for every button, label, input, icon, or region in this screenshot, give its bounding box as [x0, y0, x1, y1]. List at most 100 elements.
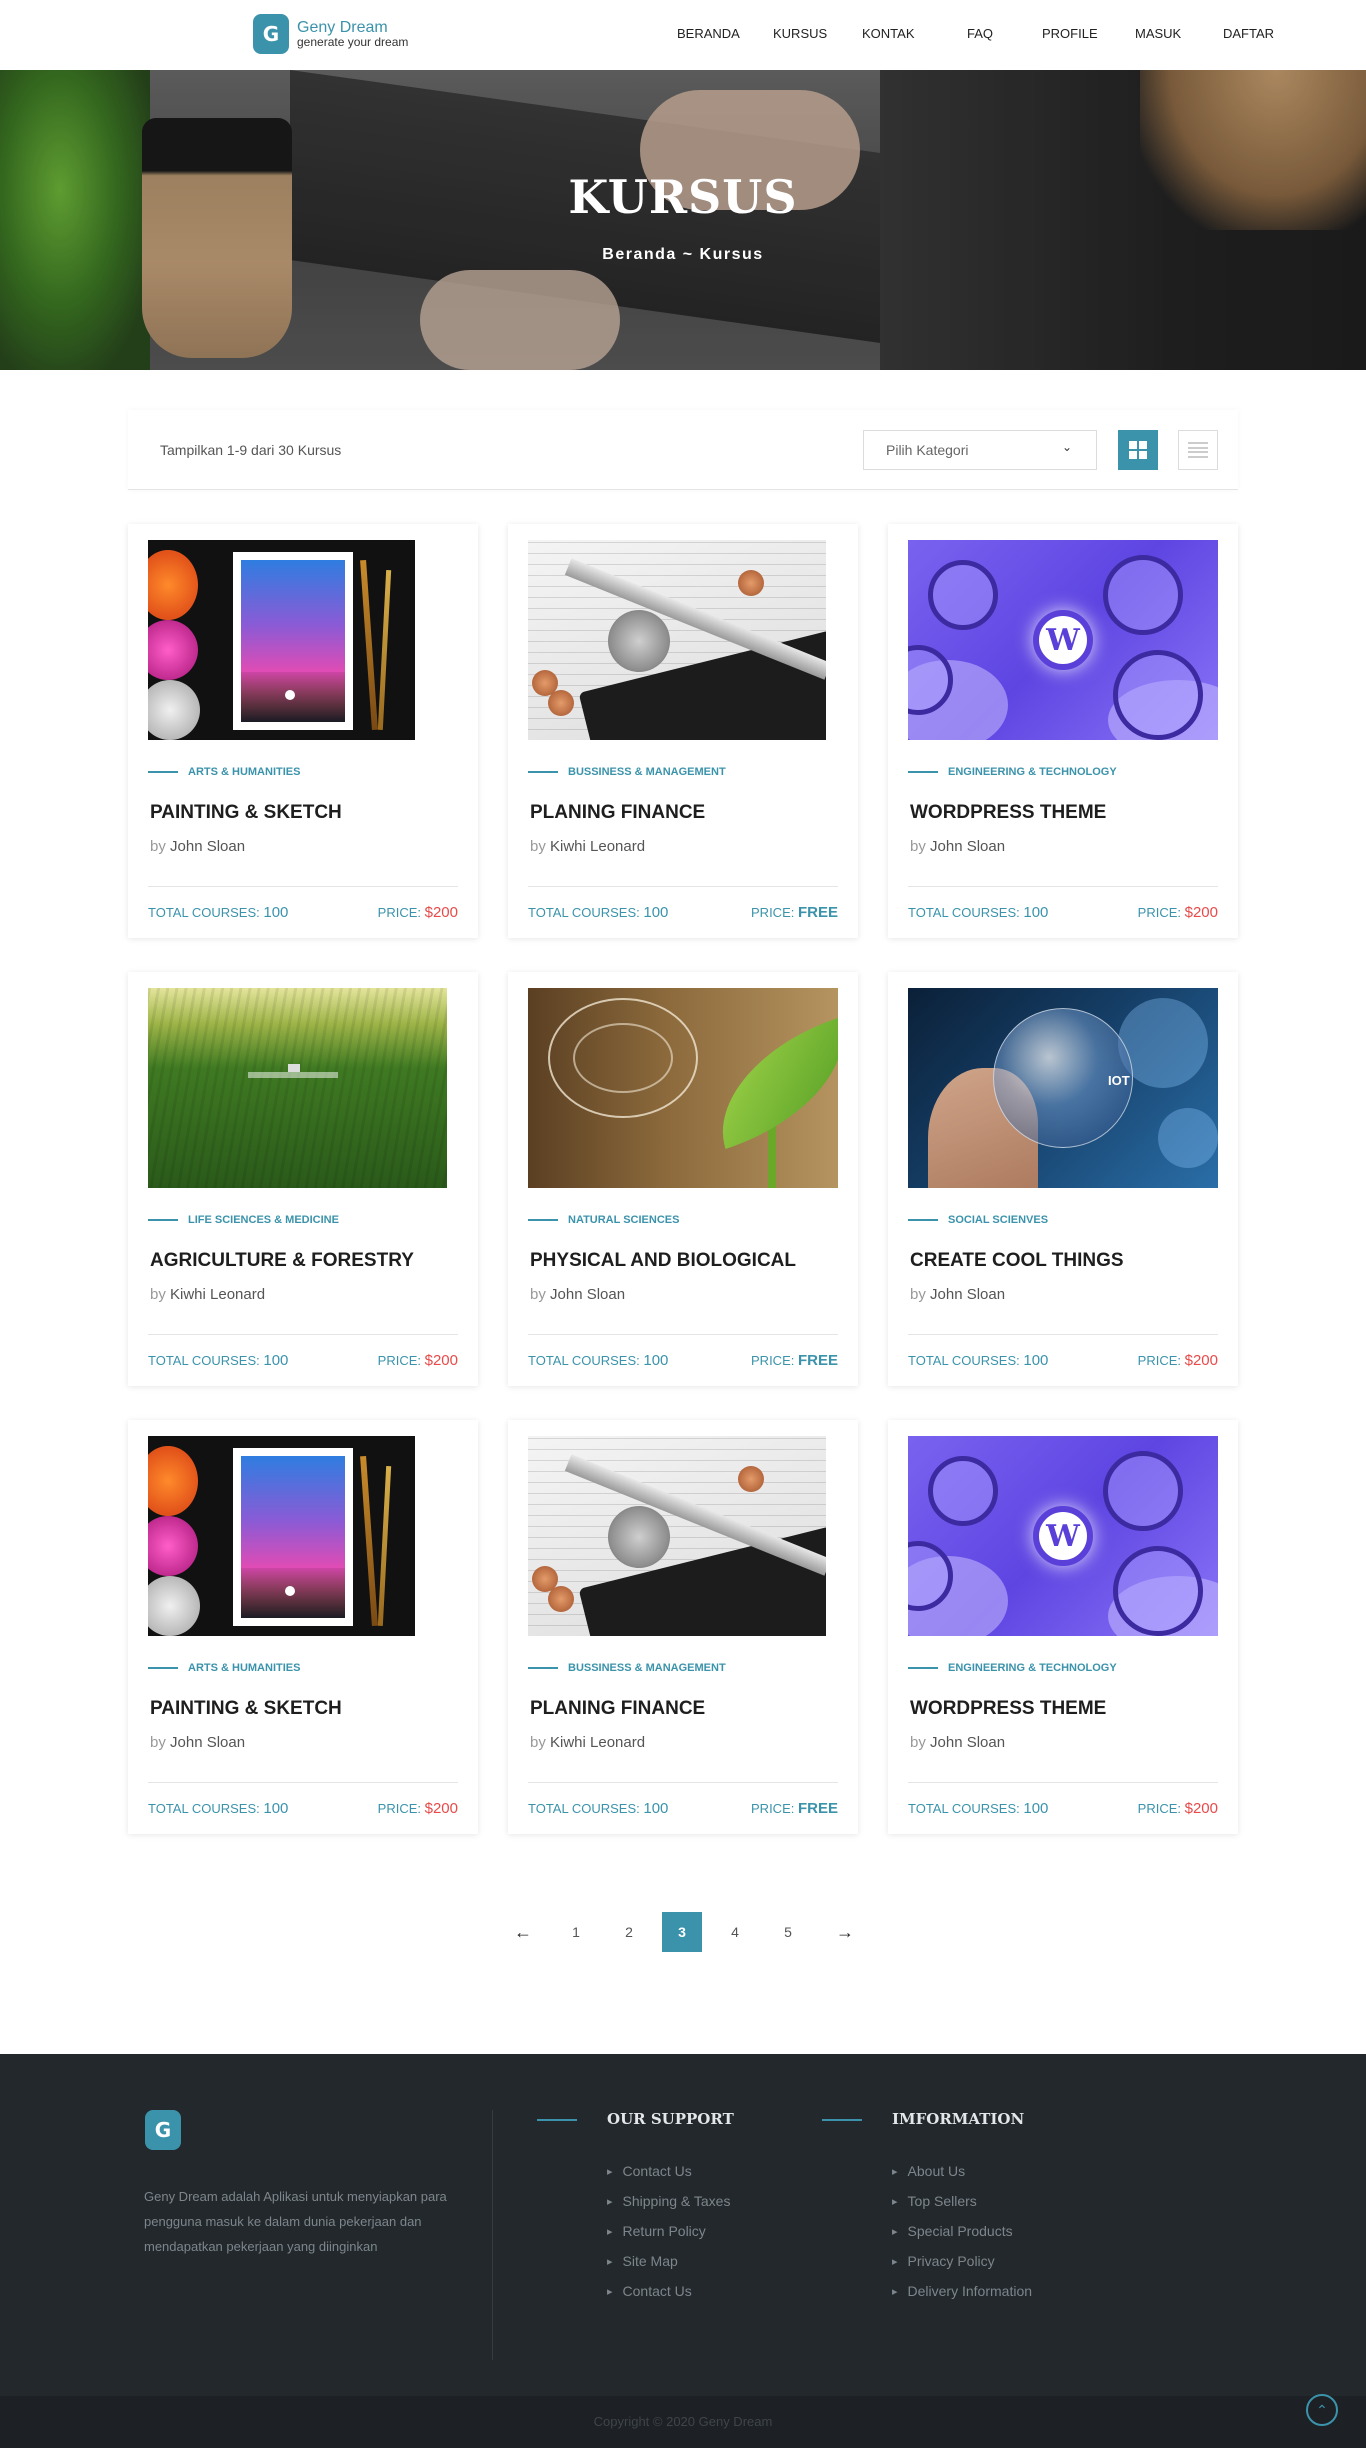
course-image-wordpress: W [908, 540, 1218, 740]
course-price: PRICE: $200 [1138, 1800, 1218, 1817]
footer-link-special-products[interactable]: Special Products [892, 2216, 1032, 2246]
price-label: PRICE: [1137, 1801, 1181, 1816]
course-total: TOTAL COURSES: 100 [908, 1352, 1048, 1369]
page-2-button[interactable]: 2 [609, 1912, 649, 1952]
page-3-button[interactable]: 3 [662, 1912, 702, 1952]
course-price: PRICE: FREE [751, 904, 838, 921]
course-title[interactable]: PLANING FINANCE [530, 1698, 705, 1720]
total-courses-value: 100 [263, 1800, 289, 1817]
course-title[interactable]: PHYSICAL AND BIOLOGICAL [530, 1250, 796, 1272]
footer-link-site-map[interactable]: Site Map [607, 2246, 734, 2276]
course-price: PRICE: $200 [378, 1352, 458, 1369]
footer-logo-g-icon[interactable]: G [145, 2110, 181, 2150]
nav-faq[interactable]: FAQ [967, 26, 993, 41]
pagination-prev-arrow-icon[interactable]: ← [503, 1912, 543, 1952]
price-value: $200 [1184, 1800, 1218, 1817]
author-name[interactable]: John Sloan [170, 1734, 245, 1751]
author-by-label: by [150, 1286, 166, 1303]
course-author: by John Sloan [910, 838, 1005, 855]
course-title[interactable]: PLANING FINANCE [530, 802, 705, 824]
price-label: PRICE: [751, 1353, 795, 1368]
course-card[interactable]: W ENGINEERING & TECHNOLOGY WORDPRESS THEME… [888, 524, 1238, 938]
course-category[interactable]: ENGINEERING & TECHNOLOGY [908, 1662, 1117, 1674]
category-select[interactable]: Pilih Kategori ⌄ [863, 430, 1097, 470]
author-name[interactable]: Kiwhi Leonard [170, 1286, 265, 1303]
course-title[interactable]: AGRICULTURE & FORESTRY [150, 1250, 414, 1272]
course-title[interactable]: CREATE COOL THINGS [910, 1250, 1124, 1272]
footer-link-contact-us-2[interactable]: Contact Us [607, 2276, 734, 2306]
course-card[interactable]: IOT SOCIAL SCIENVES CREATE COOL THINGS by J… [888, 972, 1238, 1386]
course-category[interactable]: ENGINEERING & TECHNOLOGY [908, 766, 1117, 778]
footer-link-return-policy[interactable]: Return Policy [607, 2216, 734, 2246]
author-name[interactable]: Kiwhi Leonard [550, 1734, 645, 1751]
nav-kursus[interactable]: KURSUS [773, 26, 827, 41]
course-category[interactable]: BUSSINESS & MANAGEMENT [528, 766, 726, 778]
nav-masuk[interactable]: MASUK [1135, 26, 1181, 41]
pagination-next-arrow-icon[interactable]: → [825, 1912, 865, 1952]
course-category[interactable]: BUSSINESS & MANAGEMENT [528, 1662, 726, 1674]
course-card[interactable]: BUSSINESS & MANAGEMENT PLANING FINANCE by … [508, 1420, 858, 1834]
list-view-button[interactable] [1178, 430, 1218, 470]
author-by-label: by [910, 1286, 926, 1303]
course-price: PRICE: $200 [378, 904, 458, 921]
total-courses-label: TOTAL COURSES: [528, 1353, 640, 1368]
footer-link-about-us[interactable]: About Us [892, 2156, 1032, 2186]
author-name[interactable]: John Sloan [170, 838, 245, 855]
author-name[interactable]: Kiwhi Leonard [550, 838, 645, 855]
page-1-button[interactable]: 1 [556, 1912, 596, 1952]
course-price: PRICE: FREE [751, 1352, 838, 1369]
total-courses-label: TOTAL COURSES: [908, 1801, 1020, 1816]
course-card[interactable]: NATURAL SCIENCES PHYSICAL AND BIOLOGICAL b… [508, 972, 858, 1386]
course-category[interactable]: NATURAL SCIENCES [528, 1214, 679, 1226]
course-category[interactable]: ARTS & HUMANITIES [148, 1662, 300, 1674]
course-category[interactable]: ARTS & HUMANITIES [148, 766, 300, 778]
author-name[interactable]: John Sloan [930, 1734, 1005, 1751]
page-4-button[interactable]: 4 [715, 1912, 755, 1952]
page-5-button[interactable]: 5 [768, 1912, 808, 1952]
author-name[interactable]: John Sloan [550, 1286, 625, 1303]
price-value: FREE [797, 1800, 838, 1817]
footer-link-shipping-taxes[interactable]: Shipping & Taxes [607, 2186, 734, 2216]
list-view-icon [1188, 442, 1208, 458]
total-courses-value: 100 [643, 1352, 669, 1369]
course-category[interactable]: LIFE SCIENCES & MEDICINE [148, 1214, 339, 1226]
course-category[interactable]: SOCIAL SCIENVES [908, 1214, 1048, 1226]
nav-beranda[interactable]: BERANDA [677, 26, 740, 41]
course-title[interactable]: PAINTING & SKETCH [150, 802, 342, 824]
course-title[interactable]: WORDPRESS THEME [910, 1698, 1106, 1720]
breadcrumb: Beranda ~ Kursus [602, 246, 764, 263]
card-divider [148, 1782, 458, 1783]
card-divider [148, 1334, 458, 1335]
course-title[interactable]: WORDPRESS THEME [910, 802, 1106, 824]
hero-banner: KURSUS Beranda ~ Kursus [0, 70, 1366, 370]
price-value: $200 [1184, 1352, 1218, 1369]
course-title[interactable]: PAINTING & SKETCH [150, 1698, 342, 1720]
top-navbar: G Geny Dream generate your dream BERANDA… [0, 0, 1366, 70]
total-courses-label: TOTAL COURSES: [908, 905, 1020, 920]
grid-view-button[interactable] [1118, 430, 1158, 470]
course-card[interactable]: W ENGINEERING & TECHNOLOGY WORDPRESS THEME… [888, 1420, 1238, 1834]
footer-link-top-sellers[interactable]: Top Sellers [892, 2186, 1032, 2216]
price-label: PRICE: [1137, 1353, 1181, 1368]
course-total: TOTAL COURSES: 100 [528, 1352, 668, 1369]
chevron-up-icon[interactable]: ⌃ [1306, 2394, 1338, 2426]
course-total: TOTAL COURSES: 100 [908, 1800, 1048, 1817]
author-name[interactable]: John Sloan [930, 838, 1005, 855]
nav-profile[interactable]: PROFILE [1042, 26, 1098, 41]
card-divider [148, 886, 458, 887]
footer-link-privacy-policy[interactable]: Privacy Policy [892, 2246, 1032, 2276]
author-by-label: by [530, 838, 546, 855]
author-name[interactable]: John Sloan [930, 1286, 1005, 1303]
course-total: TOTAL COURSES: 100 [148, 1800, 288, 1817]
nav-daftar[interactable]: DAFTAR [1223, 26, 1274, 41]
footer-link-contact-us[interactable]: Contact Us [607, 2156, 734, 2186]
footer-link-delivery-information[interactable]: Delivery Information [892, 2276, 1033, 2306]
card-divider [528, 1782, 838, 1783]
nav-kontak[interactable]: KONTAK [862, 26, 915, 41]
course-card[interactable]: ARTS & HUMANITIES PAINTING & SKETCH by Joh… [128, 524, 478, 938]
price-label: PRICE: [377, 905, 421, 920]
course-card[interactable]: LIFE SCIENCES & MEDICINE AGRICULTURE & FO… [128, 972, 478, 1386]
total-courses-value: 100 [263, 904, 289, 921]
course-card[interactable]: ARTS & HUMANITIES PAINTING & SKETCH by Joh… [128, 1420, 478, 1834]
course-card[interactable]: BUSSINESS & MANAGEMENT PLANING FINANCE by … [508, 524, 858, 938]
